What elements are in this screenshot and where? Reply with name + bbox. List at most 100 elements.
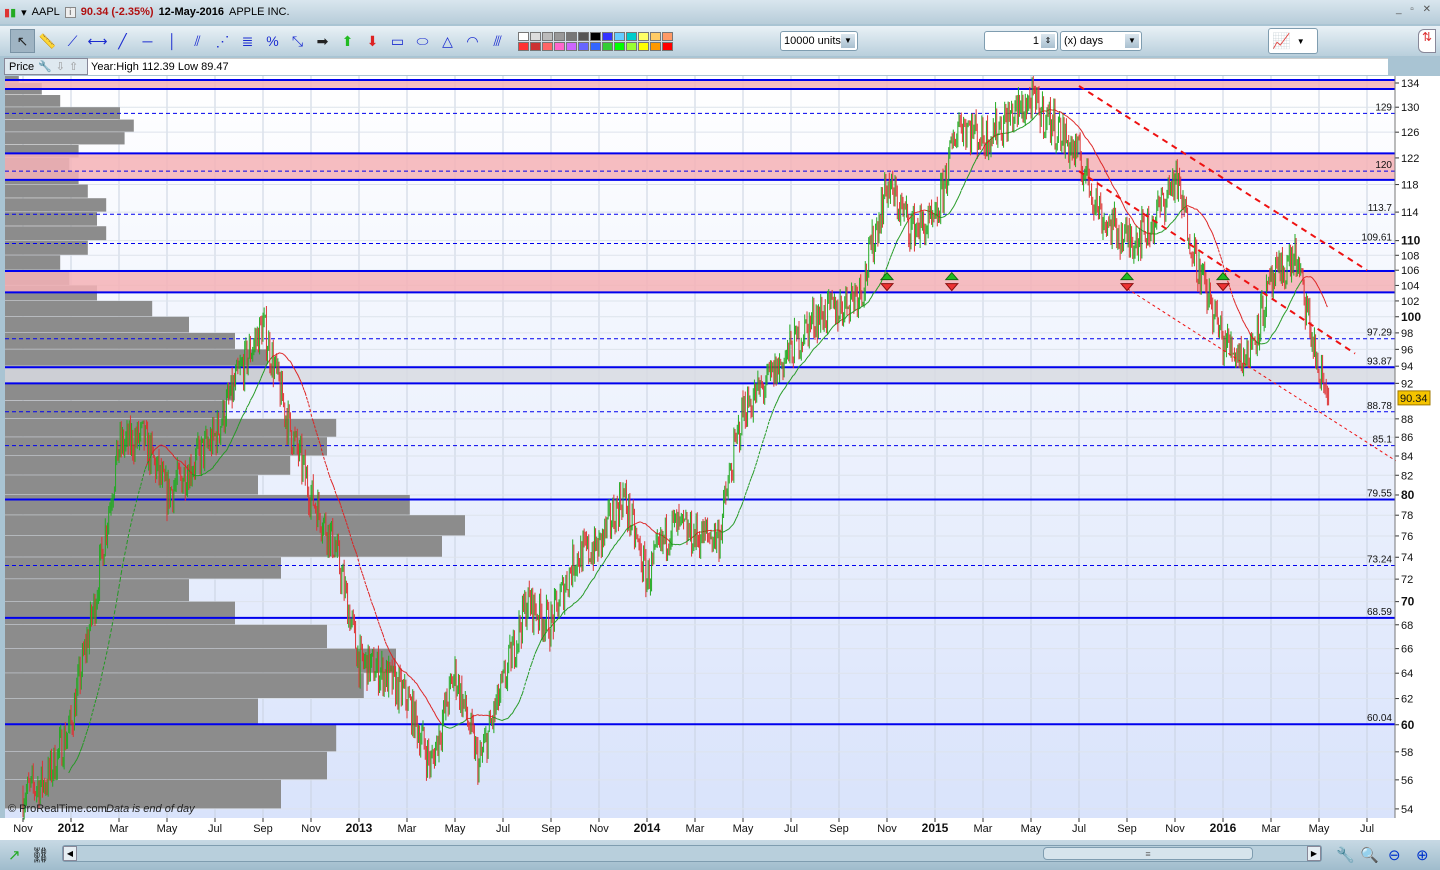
period-unit-select[interactable]: (x) days ▼ [1060,31,1142,51]
moving-average-segment [726,529,729,531]
price-chart[interactable]: 129 120 113.7 109.61 97.29 93.87 88.78 85.1 79.5… [0,76,1440,840]
volume-profile-bar [5,648,396,673]
regression-tool-icon[interactable]: ⫻ [485,29,510,53]
chevron-down-icon[interactable]: ▼ [1297,37,1305,46]
moving-average-segment [1050,108,1052,111]
color-swatch[interactable] [638,41,649,51]
color-swatch[interactable] [578,41,589,51]
color-swatch[interactable] [530,31,541,41]
y-tick-label: 76 [1401,531,1413,543]
move-up-icon[interactable]: ⇧ [69,60,78,73]
export-icon[interactable]: ↗ [8,846,21,864]
moving-average-segment [1046,109,1049,112]
color-swatch[interactable] [554,41,565,51]
chevron-down-icon[interactable]: ▼ [841,34,855,48]
color-swatch[interactable] [650,41,661,51]
horizontal-line-tool-icon[interactable]: ─ [135,29,160,53]
color-swatch[interactable] [590,31,601,41]
color-swatch[interactable] [566,41,577,51]
moving-average-segment [999,133,1002,135]
color-swatch[interactable] [590,41,601,51]
scroll-thumb[interactable]: ≡ [1043,847,1253,860]
move-down-icon[interactable]: ⇩ [56,60,65,73]
scroll-left-icon[interactable]: ◀ [63,846,77,861]
color-swatch[interactable] [614,31,625,41]
scroll-right-icon[interactable]: ▶ [1307,846,1321,861]
color-swatch[interactable] [626,41,637,51]
color-swatch[interactable] [638,31,649,41]
period-input[interactable]: 1 ⇕ [984,31,1058,51]
points-tool-icon[interactable]: ⤡ [285,29,310,53]
indicators-button[interactable]: 📈 ▼ [1268,28,1318,54]
color-palette[interactable] [518,31,673,51]
volume-profile-bar [5,535,442,557]
color-swatch[interactable] [542,31,553,41]
volume-profile-bar [5,119,134,132]
info-icon[interactable]: i [64,6,76,18]
arrow-right-tool-icon[interactable]: ➡ [310,29,335,53]
moving-average-segment [919,210,922,212]
title-bar: ▮▮ ▾ AAPL i 90.34 (-2.35%) 12-May-2016 A… [0,0,1440,24]
zoom-out-icon[interactable]: ⊖ [1388,846,1401,864]
moving-average-segment [636,522,639,524]
arc-tool-icon[interactable]: ◠ [460,29,485,53]
horizontal-segment-tool-icon[interactable]: ⟷ [85,29,110,53]
level-label: 79.55 [1367,488,1392,499]
color-swatch[interactable] [602,31,613,41]
percent-tool-icon[interactable]: % [260,29,285,53]
collapse-panel-icon[interactable]: ⇅ [1418,29,1436,53]
moving-average-segment [995,134,998,136]
color-swatch[interactable] [518,31,529,41]
chart-settings-icon[interactable]: 🔧 [1336,846,1355,864]
color-swatch[interactable] [650,31,661,41]
color-swatch[interactable] [566,31,577,41]
color-swatch[interactable] [542,41,553,51]
channel-tool-icon[interactable]: ⫽ [185,29,210,53]
symbol-dropdown-icon[interactable]: ▾ [21,6,27,19]
chevron-down-icon[interactable]: ▼ [1125,34,1139,48]
link-icon[interactable]: ⛓ [31,846,50,864]
moving-average-segment [721,531,723,533]
vertical-line-tool-icon[interactable]: │ [160,29,185,53]
fibonacci-tool-icon[interactable]: ≣ [235,29,260,53]
fan-tool-icon[interactable]: ⋰ [210,29,235,53]
color-swatch[interactable] [578,31,589,41]
zoom-in-icon[interactable]: ⊕ [1416,846,1429,864]
stepper-icon[interactable]: ⇕ [1041,34,1055,48]
symbol[interactable]: AAPL [32,6,60,18]
moving-average-segment [824,334,827,337]
ruler-tool-icon[interactable]: 📏 [35,29,60,53]
color-swatch[interactable] [662,31,673,41]
ellipse-tool-icon[interactable]: ⬭ [410,29,435,53]
rectangle-tool-icon[interactable]: ▭ [385,29,410,53]
zoom-fit-icon[interactable]: 🔍 [1360,846,1379,864]
color-swatch[interactable] [626,31,637,41]
arrow-down-tool-icon[interactable]: ⬇ [360,29,385,53]
moving-average-segment [799,364,802,367]
moving-average-segment [1007,131,1010,134]
panel-label: Price [9,60,35,73]
color-swatch[interactable] [518,41,529,51]
moving-average-segment [855,308,858,311]
color-swatch[interactable] [530,41,541,51]
triangle-tool-icon[interactable]: △ [435,29,460,53]
candlestick-icon[interactable]: ▮▮ [4,6,16,19]
color-swatch[interactable] [614,41,625,51]
segment-tool-icon[interactable]: ⟋ [60,29,85,53]
x-tick-label: Jul [784,823,798,835]
units-select[interactable]: 10000 units ▼ [780,31,858,51]
color-swatch[interactable] [602,41,613,51]
y-tick-label: 68 [1401,620,1413,632]
color-swatch[interactable] [662,41,673,51]
moving-average-segment [642,522,644,525]
color-swatch[interactable] [554,31,565,41]
y-tick-label: 82 [1401,470,1413,482]
arrow-up-tool-icon[interactable]: ⬆ [335,29,360,53]
wrench-icon[interactable]: 🔧 [38,60,52,73]
line-tool-icon[interactable]: ╱ [110,29,135,53]
pointer-tool-icon[interactable]: ↖ [10,29,35,53]
horizontal-scrollbar[interactable]: ◀ ≡ ▶ [62,845,1322,862]
moving-average-segment [1259,342,1261,345]
moving-average-segment [651,529,653,531]
window-buttons[interactable]: _ ▫ ✕ [1396,4,1434,15]
